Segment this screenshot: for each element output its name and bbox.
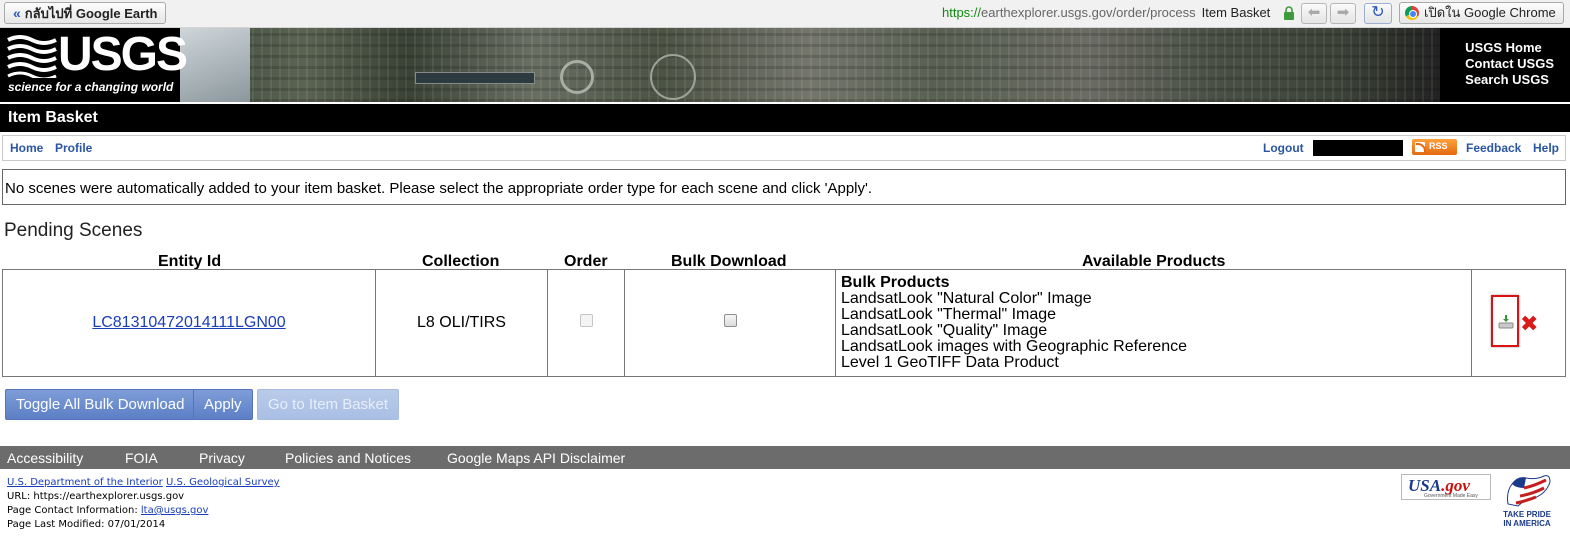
delete-icon[interactable]: ✖ — [1520, 313, 1538, 335]
refresh-icon[interactable]: ↻ — [1364, 3, 1392, 24]
apply-button[interactable]: Apply — [193, 389, 253, 420]
contact-email-link[interactable]: lta@usgs.gov — [141, 505, 209, 516]
take-pride-text: TAKE PRIDE IN AMERICA — [1503, 510, 1551, 528]
aerial-photo-banner — [180, 28, 1440, 102]
usgs-logo-text: USGS — [58, 28, 188, 81]
toggle-all-bulk-download-button[interactable]: Toggle All Bulk Download — [5, 389, 196, 420]
footer-privacy-link[interactable]: Privacy — [199, 450, 245, 466]
footer-modified: Page Last Modified: 07/01/2014 — [7, 519, 166, 530]
product-item: LandsatLook "Quality" Image — [841, 322, 1048, 339]
contact-usgs-link[interactable]: Contact USGS — [1465, 56, 1554, 72]
product-item: LandsatLook "Thermal" Image — [841, 306, 1057, 323]
available-products-cell: Bulk Products LandsatLook "Natural Color… — [835, 269, 1472, 377]
nav-logout-link[interactable]: Logout — [1263, 141, 1304, 155]
nav-help-link[interactable]: Help — [1533, 141, 1559, 155]
usgs-tagline: science for a changing world — [8, 80, 174, 94]
entity-id-link[interactable]: LC81310472014111LGN00 — [92, 314, 285, 331]
usgs-link[interactable]: U.S. Geological Survey — [166, 477, 280, 488]
order-cell — [547, 269, 625, 377]
go-to-item-basket-button[interactable]: Go to Item Basket — [257, 389, 400, 420]
footer-info: U.S. Department of the Interior U.S. Geo… — [7, 476, 280, 532]
products-heading: Bulk Products — [841, 274, 950, 291]
bulk-download-checkbox[interactable] — [723, 314, 737, 327]
browser-back-arrow-icon[interactable]: ⬅ — [1301, 3, 1327, 24]
table-row: LC81310472014111LGN00 L8 OLI/TIRS Bulk P… — [2, 269, 1566, 377]
usa-gov-slogan: Government Made Easy — [1424, 493, 1478, 499]
browser-page-title: Item Basket — [1201, 5, 1271, 20]
browser-toolbar: «กลับไปที่ Google Earth https://earthexp… — [0, 0, 1570, 28]
download-icon — [1498, 315, 1514, 329]
back-button-label: กลับไปที่ Google Earth — [24, 6, 158, 21]
open-in-chrome-label: เปิดใน Google Chrome — [1424, 5, 1556, 20]
open-in-chrome-button[interactable]: เปิดใน Google Chrome — [1399, 2, 1564, 24]
product-item: LandsatLook images with Geographic Refer… — [841, 338, 1187, 355]
chrome-icon — [1405, 6, 1419, 20]
usgs-logo[interactable]: USGS science for a changing world — [6, 30, 188, 100]
rss-label: RSS — [1429, 141, 1448, 151]
flag-icon — [1507, 475, 1551, 507]
nav-home-link[interactable]: Home — [10, 141, 43, 155]
actions-cell: ✖ — [1471, 269, 1566, 377]
usgs-banner: USGS science for a changing world USGS H… — [0, 28, 1570, 102]
url-path: earthexplorer.usgs.gov/order/process — [981, 5, 1196, 20]
back-to-google-earth-button[interactable]: «กลับไปที่ Google Earth — [4, 2, 167, 24]
product-item: LandsatLook "Natural Color" Image — [841, 290, 1092, 307]
rss-button[interactable]: RSS — [1412, 139, 1457, 155]
footer-nav: Accessibility FOIA Privacy Policies and … — [0, 446, 1570, 469]
lock-icon — [1284, 6, 1294, 20]
doi-link[interactable]: U.S. Department of the Interior — [7, 477, 163, 488]
browser-forward-arrow-icon[interactable]: ➡ — [1330, 3, 1356, 24]
pending-scenes-table: LC81310472014111LGN00 L8 OLI/TIRS Bulk P… — [2, 269, 1566, 377]
rss-icon — [1415, 142, 1426, 153]
address-text[interactable]: https://earthexplorer.usgs.gov/order/pro… — [942, 5, 1270, 21]
top-nav: Home Profile Logout RSS Feedback Help — [2, 135, 1566, 161]
nav-profile-link[interactable]: Profile — [55, 141, 92, 155]
usgs-wave-icon — [7, 35, 57, 78]
url-protocol: https:// — [942, 5, 982, 20]
bulk-download-cell — [624, 269, 836, 377]
footer-policies-link[interactable]: Policies and Notices — [285, 450, 411, 466]
pending-scenes-title: Pending Scenes — [4, 220, 143, 241]
footer-url: URL: https://earthexplorer.usgs.gov — [7, 491, 185, 502]
footer-accessibility-link[interactable]: Accessibility — [7, 450, 83, 466]
take-pride-in-america-logo[interactable]: TAKE PRIDE IN AMERICA — [1496, 472, 1558, 534]
footer-google-maps-disclaimer-link[interactable]: Google Maps API Disclaimer — [447, 450, 625, 466]
search-usgs-link[interactable]: Search USGS — [1465, 72, 1554, 88]
info-message: No scenes were automatically added to yo… — [2, 169, 1566, 205]
order-checkbox[interactable] — [579, 314, 593, 327]
entity-id-cell: LC81310472014111LGN00 — [2, 269, 376, 377]
redacted-username — [1313, 140, 1403, 156]
nav-feedback-link[interactable]: Feedback — [1466, 141, 1521, 155]
footer-contact-label: Page Contact Information: — [7, 505, 141, 516]
usgs-home-link[interactable]: USGS Home — [1465, 40, 1554, 56]
usa-gov-logo[interactable]: USA.gov Government Made Easy — [1401, 474, 1491, 500]
double-chevron-left-icon: « — [13, 5, 21, 21]
page-title: Item Basket — [8, 109, 98, 126]
collection-cell: L8 OLI/TIRS — [375, 269, 548, 377]
product-item: Level 1 GeoTIFF Data Product — [841, 354, 1059, 371]
header-links: USGS Home Contact USGS Search USGS — [1465, 40, 1554, 88]
footer-foia-link[interactable]: FOIA — [125, 450, 158, 466]
page-title-bar: Item Basket — [0, 102, 1570, 132]
download-button[interactable] — [1491, 295, 1519, 347]
